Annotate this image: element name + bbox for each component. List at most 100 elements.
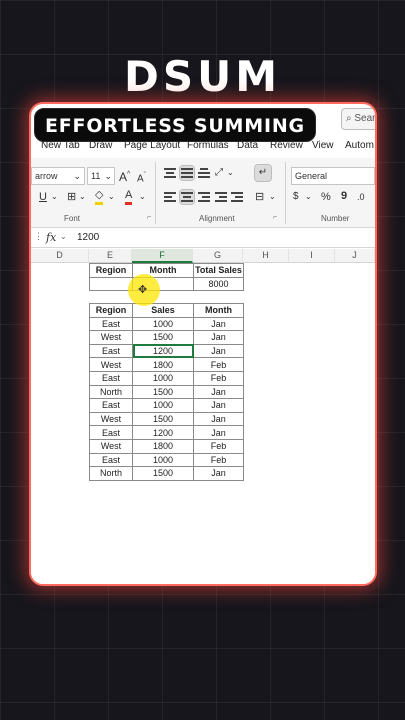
month-cell[interactable]: Jan — [193, 411, 244, 427]
align-center-icon[interactable] — [179, 189, 195, 205]
month-cell[interactable]: Jan — [193, 343, 244, 359]
criteria-header-total-sales[interactable]: Total Sales — [193, 263, 244, 278]
sales-cell[interactable]: 1000 — [132, 398, 194, 413]
column-header-j[interactable]: J — [335, 249, 375, 263]
table-row: West 1500 Jan — [89, 330, 244, 345]
region-cell[interactable]: East — [89, 452, 133, 468]
selected-sales-cell[interactable]: 1200 — [132, 343, 194, 359]
column-header-d[interactable]: D — [31, 249, 89, 263]
column-header-h[interactable]: H — [243, 249, 289, 263]
borders-icon[interactable]: ⊞ — [67, 189, 76, 205]
table-row: East 1000 Feb — [89, 452, 244, 468]
chevron-down-icon[interactable]: ⌄ — [51, 189, 58, 205]
align-left-icon[interactable] — [163, 190, 177, 204]
font-name-dropdown[interactable]: arrow ⌄ — [31, 167, 85, 185]
group-label-number: Number — [321, 214, 350, 223]
chevron-down-icon[interactable]: ⌄ — [269, 189, 276, 205]
chevron-down-icon[interactable]: ⌄ — [79, 189, 86, 205]
month-cell[interactable]: Feb — [193, 357, 244, 372]
fill-color-icon[interactable]: ◇ — [95, 189, 104, 205]
font-size-dropdown[interactable]: 11 ⌄ — [87, 167, 115, 185]
region-cell[interactable]: West — [89, 438, 133, 454]
sales-cell[interactable]: 1500 — [132, 466, 194, 481]
column-header-f[interactable]: F — [132, 249, 193, 263]
month-cell[interactable]: Jan — [193, 316, 244, 332]
criteria-header-region[interactable]: Region — [89, 263, 133, 278]
align-top-icon[interactable] — [163, 166, 177, 180]
chevron-down-icon[interactable]: ⌄ — [227, 165, 234, 181]
align-right-icon[interactable] — [197, 190, 211, 204]
increase-decimal-icon[interactable]: .0 — [357, 189, 365, 205]
month-cell[interactable]: Jan — [193, 466, 244, 481]
region-cell[interactable]: East — [89, 425, 133, 440]
chevron-down-icon[interactable]: ⌄ — [139, 189, 146, 205]
percent-style-button[interactable]: % — [321, 189, 331, 205]
align-bottom-icon[interactable] — [197, 166, 211, 180]
chevron-down-icon: ⌄ — [73, 171, 81, 181]
font-dialog-launcher-icon[interactable]: ⌐ — [147, 214, 151, 221]
column-header-i[interactable]: I — [289, 249, 335, 263]
month-cell[interactable]: Jan — [193, 384, 244, 400]
chevron-down-icon[interactable]: ⌄ — [305, 189, 312, 205]
region-cell[interactable]: East — [89, 316, 133, 332]
grow-font-button[interactable]: A^ — [119, 167, 130, 185]
formula-input[interactable]: 1200 — [77, 232, 99, 243]
month-cell[interactable]: Jan — [193, 330, 244, 345]
align-middle-icon[interactable] — [179, 165, 195, 181]
region-cell[interactable]: North — [89, 466, 133, 481]
sales-cell[interactable]: 1500 — [132, 330, 194, 345]
worksheet-grid[interactable]: Region Month Total Sales 8000 Region Sal… — [31, 263, 375, 584]
tab-view[interactable]: View — [312, 140, 334, 151]
sales-cell[interactable]: 1800 — [132, 357, 194, 372]
sales-cell[interactable]: 1800 — [132, 438, 194, 454]
chevron-down-icon: ⌄ — [104, 171, 112, 181]
month-cell[interactable]: Jan — [193, 398, 244, 413]
accounting-format-icon[interactable]: $ — [293, 189, 299, 205]
more-options-icon[interactable]: ⋮ — [34, 231, 43, 242]
criteria-region-cell[interactable] — [89, 276, 133, 292]
sales-cell[interactable]: 1200 — [132, 425, 194, 440]
increase-indent-icon[interactable] — [230, 190, 244, 204]
cell-cursor-icon: ✥ — [138, 284, 148, 296]
chevron-down-icon[interactable]: ⌄ — [60, 232, 67, 241]
fx-icon[interactable]: fx — [46, 231, 56, 244]
sales-cell[interactable]: 1000 — [132, 316, 194, 332]
font-color-button[interactable]: A — [125, 189, 133, 205]
alignment-dialog-launcher-icon[interactable]: ⌐ — [273, 214, 277, 221]
region-cell[interactable]: North — [89, 384, 133, 400]
month-cell[interactable]: Feb — [193, 370, 244, 386]
region-cell[interactable]: East — [89, 343, 133, 359]
total-sales-result[interactable]: 8000 — [193, 276, 244, 292]
region-cell[interactable]: East — [89, 398, 133, 413]
wrap-text-icon[interactable]: ↵ — [254, 164, 272, 182]
sales-cell[interactable]: 1000 — [132, 452, 194, 468]
month-cell[interactable]: Feb — [193, 438, 244, 454]
comma-glyph: 9 — [341, 190, 348, 202]
font-name-value: arrow — [35, 171, 58, 181]
column-header-e[interactable]: E — [89, 249, 132, 263]
table-row: East 1200 Jan — [89, 425, 244, 440]
decrease-indent-icon[interactable] — [214, 190, 228, 204]
underline-button[interactable]: U — [39, 189, 47, 205]
orientation-icon[interactable]: ⤢ — [215, 165, 223, 181]
month-cell[interactable]: Jan — [193, 425, 244, 440]
region-cell[interactable]: West — [89, 411, 133, 427]
search-label: Searc — [354, 113, 375, 124]
merge-center-icon[interactable]: ⊟ — [255, 189, 264, 205]
comma-style-button[interactable]: 9 — [341, 188, 347, 204]
tab-automate[interactable]: Autom — [345, 140, 374, 151]
data-header-month[interactable]: Month — [193, 303, 244, 318]
month-cell[interactable]: Feb — [193, 452, 244, 468]
search-box[interactable]: ⌕ Searc — [341, 108, 375, 130]
chevron-down-icon[interactable]: ⌄ — [108, 189, 115, 205]
number-format-dropdown[interactable]: General — [291, 167, 375, 185]
region-cell[interactable]: East — [89, 370, 133, 386]
column-header-g[interactable]: G — [193, 249, 243, 263]
sales-cell[interactable]: 1000 — [132, 370, 194, 386]
region-cell[interactable]: West — [89, 330, 133, 345]
shrink-font-button[interactable]: Aˇ — [137, 168, 146, 187]
sales-cell[interactable]: 1500 — [132, 384, 194, 400]
data-header-region[interactable]: Region — [89, 303, 133, 318]
region-cell[interactable]: West — [89, 357, 133, 372]
sales-cell[interactable]: 1500 — [132, 411, 194, 427]
